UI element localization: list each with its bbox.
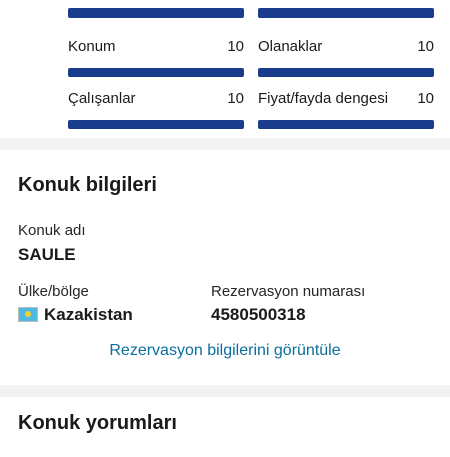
view-reservation-link[interactable]: Rezervasyon bilgilerini görüntüle [0,342,450,360]
score-label: Konum [68,37,116,55]
score-value: 10 [227,37,244,55]
country-label: Ülke/bölge [18,283,89,300]
score-bar [258,120,434,129]
guest-info-title: Konuk bilgileri [18,174,157,196]
score-value: 10 [227,89,244,107]
score-staff: Çalışanlar 10 [68,88,244,129]
review-scores-card: Konum 10 Olanaklar 10 Çalışanlar 10 Fiya… [0,0,450,138]
reservation-number-label: Rezervasyon numarası [211,283,366,300]
reservation-number-value: 4580500318 [211,305,306,324]
country-name: Kazakistan [44,305,133,324]
guest-name-value: SAULE [18,245,76,264]
guest-info-card: Konuk bilgileri Konuk adı SAULE Ülke/böl… [0,150,450,385]
score-label: Çalışanlar [68,89,136,107]
score-label: Olanaklar [258,37,323,55]
score-bar [68,68,244,77]
score-bar-previous-right [258,8,434,18]
score-value: 10 [417,89,434,107]
country-value: Kazakistan [18,305,133,325]
guest-name-label: Konuk adı [18,222,86,239]
score-value: 10 [417,37,434,55]
score-facilities: Olanaklar 10 [258,36,434,77]
guest-reviews-title: Konuk yorumları [18,412,177,434]
kazakhstan-flag-icon [18,307,38,322]
score-bar-previous-left [68,8,244,18]
score-value-for-money: Fiyat/fayda dengesi 10 [258,88,434,129]
score-bar [258,68,434,77]
score-bar [68,120,244,129]
guest-reviews-card: Konuk yorumları [0,397,450,457]
score-location: Konum 10 [68,36,244,77]
score-label: Fiyat/fayda dengesi [258,89,389,107]
